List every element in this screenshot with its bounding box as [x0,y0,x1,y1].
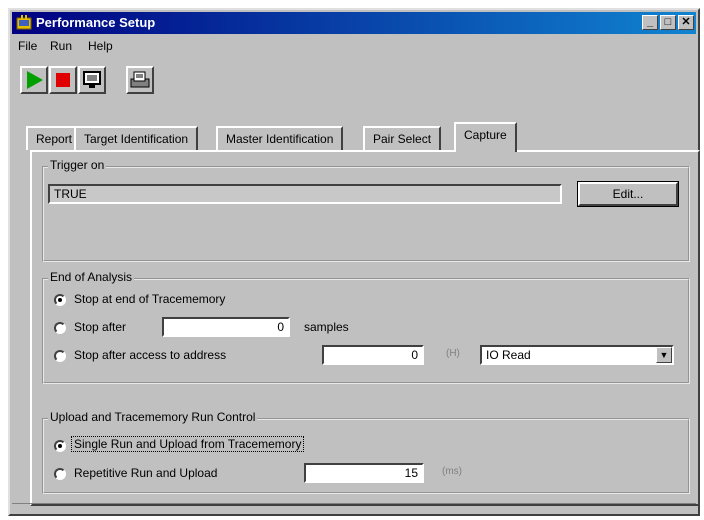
print-button[interactable] [126,66,154,94]
tab-target-identification[interactable]: Target Identification [74,126,199,150]
repetitive-interval-input[interactable]: 15 [304,463,424,483]
performance-setup-window: Performance Setup _ □ ✕ File Run Help Re… [8,8,700,516]
upload-run-control-group: Upload and Tracememory Run Control Singl… [42,410,690,494]
single-run-radio[interactable] [54,440,66,452]
stop-after-label: Stop after [74,320,127,334]
monitor-button[interactable] [78,66,106,94]
interval-unit-label: (ms) [442,466,462,477]
stop-after-address-radio[interactable] [54,350,66,362]
stop-icon [56,73,70,87]
menu-file[interactable]: File [18,39,37,53]
menu-run[interactable]: Run [50,39,72,53]
end-of-analysis-label: End of Analysis [48,270,135,284]
title-bar[interactable]: Performance Setup _ □ ✕ [12,12,696,34]
stop-after-address-label: Stop after access to address [74,348,227,362]
repetitive-run-label: Repetitive Run and Upload [74,466,218,480]
stop-end-tracememory-label: Stop at end of Tracememory [74,292,226,306]
monitor-icon [83,71,101,88]
window-title: Performance Setup [36,15,156,30]
tab-master-identification[interactable]: Master Identification [216,126,344,150]
stop-address-input[interactable]: 0 [322,345,424,365]
access-type-value: IO Read [486,348,531,362]
stop-button[interactable] [49,66,77,94]
trigger-group: Trigger on TRUE Edit... [42,158,690,262]
repetitive-run-radio[interactable] [54,468,66,480]
upload-run-control-label: Upload and Tracememory Run Control [48,410,258,424]
minimize-button[interactable]: _ [642,15,658,30]
capture-panel: Trigger on TRUE Edit... End of Analysis … [30,150,700,506]
play-icon [27,71,43,89]
tab-capture[interactable]: Capture [454,122,517,152]
edit-trigger-button[interactable]: Edit... [577,181,679,207]
menu-help[interactable]: Help [88,39,113,53]
chevron-down-icon[interactable]: ▼ [656,347,672,363]
trigger-group-label: Trigger on [48,158,107,172]
status-bar [12,503,696,510]
close-button[interactable]: ✕ [678,15,694,30]
end-of-analysis-group: End of Analysis Stop at end of Tracememo… [42,270,690,384]
address-hex-unit: (H) [446,348,460,359]
stop-after-radio[interactable] [54,322,66,334]
run-button[interactable] [20,66,48,94]
single-run-label: Single Run and Upload from Tracememory [70,436,305,452]
stop-after-samples-input[interactable]: 0 [162,317,290,337]
stop-end-tracememory-radio[interactable] [54,294,66,306]
print-icon [130,71,150,88]
samples-unit-label: samples [304,320,349,334]
access-type-select[interactable]: IO Read ▼ [480,345,674,365]
maximize-button[interactable]: □ [660,15,676,30]
menu-bar: File Run Help [12,36,696,56]
app-icon [16,15,32,30]
trigger-condition-field: TRUE [48,184,562,204]
tab-pair-select[interactable]: Pair Select [363,126,442,150]
